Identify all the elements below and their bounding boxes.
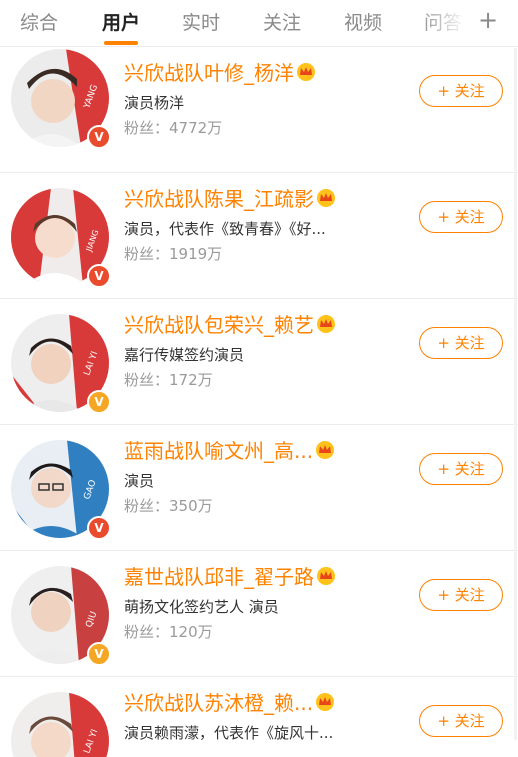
user-description: 嘉行传媒签约演员 [124,346,245,364]
verified-icon: V [87,642,111,666]
follow-button[interactable]: + 关注 [419,705,503,737]
list-item: QIU V 嘉世战队邱非_翟子路 萌扬文化签约艺人 演员 粉丝：120万 + 关… [0,551,518,677]
avatar[interactable]: LAI YI [11,692,109,757]
crown-icon [317,315,335,333]
verified-icon: V [87,264,111,288]
verified-icon: V [87,516,111,540]
verified-icon: V [87,125,111,149]
user-name[interactable]: 兴欣战队叶修_杨洋 [124,57,316,86]
fans-count: 粉丝：4772万 [124,119,223,137]
tab-fade [418,0,478,44]
list-item: LAI YI 兴欣战队苏沐橙_赖... 演员赖雨濛，代表作《旋风十... + 关… [0,677,518,757]
tab-video[interactable]: 视频 [344,8,382,35]
fans-count: 粉丝：1919万 [124,245,223,263]
user-list: YANG V 兴欣战队叶修_杨洋 演员杨洋 粉丝：4772万 + 关注 JIAN… [0,47,518,757]
crown-icon [297,63,315,81]
tab-users[interactable]: 用户 [102,8,140,35]
list-item: YANG V 兴欣战队叶修_杨洋 演员杨洋 粉丝：4772万 + 关注 [0,47,518,173]
scrollbar[interactable] [514,48,517,740]
fans-count: 粉丝：172万 [124,371,213,389]
follow-button[interactable]: + 关注 [419,75,503,107]
tab-realtime[interactable]: 实时 [182,8,220,35]
list-item: LAI YI V 兴欣战队包荣兴_赖艺 嘉行传媒签约演员 粉丝：172万 + 关… [0,299,518,425]
list-item: JIANG V 兴欣战队陈果_江疏影 演员，代表作《致青春》《好... 粉丝：1… [0,173,518,299]
follow-button[interactable]: + 关注 [419,453,503,485]
follow-button[interactable]: + 关注 [419,327,503,359]
user-name[interactable]: 蓝雨战队喻文州_高... [124,435,335,464]
crown-icon [317,189,335,207]
add-tab-icon[interactable]: + [478,6,498,34]
list-item: GAO V 蓝雨战队喻文州_高... 演员 粉丝：350万 + 关注 [0,425,518,551]
fans-count: 粉丝：350万 [124,497,213,515]
follow-button[interactable]: + 关注 [419,201,503,233]
user-description: 演员，代表作《致青春》《好... [124,220,326,238]
user-name[interactable]: 兴欣战队苏沐橙_赖... [124,687,335,716]
user-description: 萌扬文化签约艺人 演员 [124,598,279,616]
user-description: 演员杨洋 [124,94,185,112]
crown-icon [316,441,335,459]
user-name[interactable]: 嘉世战队邱非_翟子路 [124,561,336,590]
user-description: 演员 [124,472,155,490]
active-tab-indicator [104,41,138,45]
follow-button[interactable]: + 关注 [419,579,503,611]
tab-bar: 综合 用户 实时 关注 视频 问答 + [0,0,518,47]
fans-count: 粉丝：120万 [124,623,213,641]
crown-icon [316,693,335,711]
tab-comprehensive[interactable]: 综合 [20,8,58,35]
verified-icon: V [87,390,111,414]
crown-icon [317,567,335,585]
user-name[interactable]: 兴欣战队包荣兴_赖艺 [124,309,336,338]
user-name[interactable]: 兴欣战队陈果_江疏影 [124,183,336,212]
tab-following[interactable]: 关注 [263,8,301,35]
